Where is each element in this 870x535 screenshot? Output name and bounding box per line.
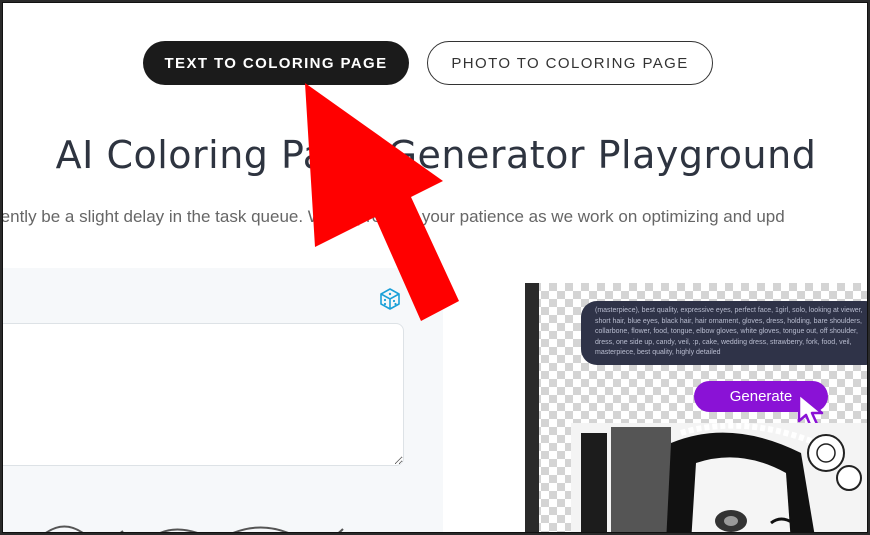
prompt-input[interactable] xyxy=(3,323,404,466)
coloring-page-artwork xyxy=(571,423,867,532)
tab-photo-to-coloring-page[interactable]: PHOTO TO COLORING PAGE xyxy=(427,41,713,85)
red-arrow-icon xyxy=(305,83,459,321)
tab-text-to-coloring-page[interactable]: TEXT TO COLORING PAGE xyxy=(143,41,409,85)
page-frame: TEXT TO COLORING PAGE PHOTO TO COLORING … xyxy=(2,2,868,533)
preview-prompt-bubble: (masterpiece), best quality, expressive … xyxy=(581,301,867,365)
sample-sketch-image xyxy=(45,525,344,532)
preview-edge xyxy=(525,283,539,532)
